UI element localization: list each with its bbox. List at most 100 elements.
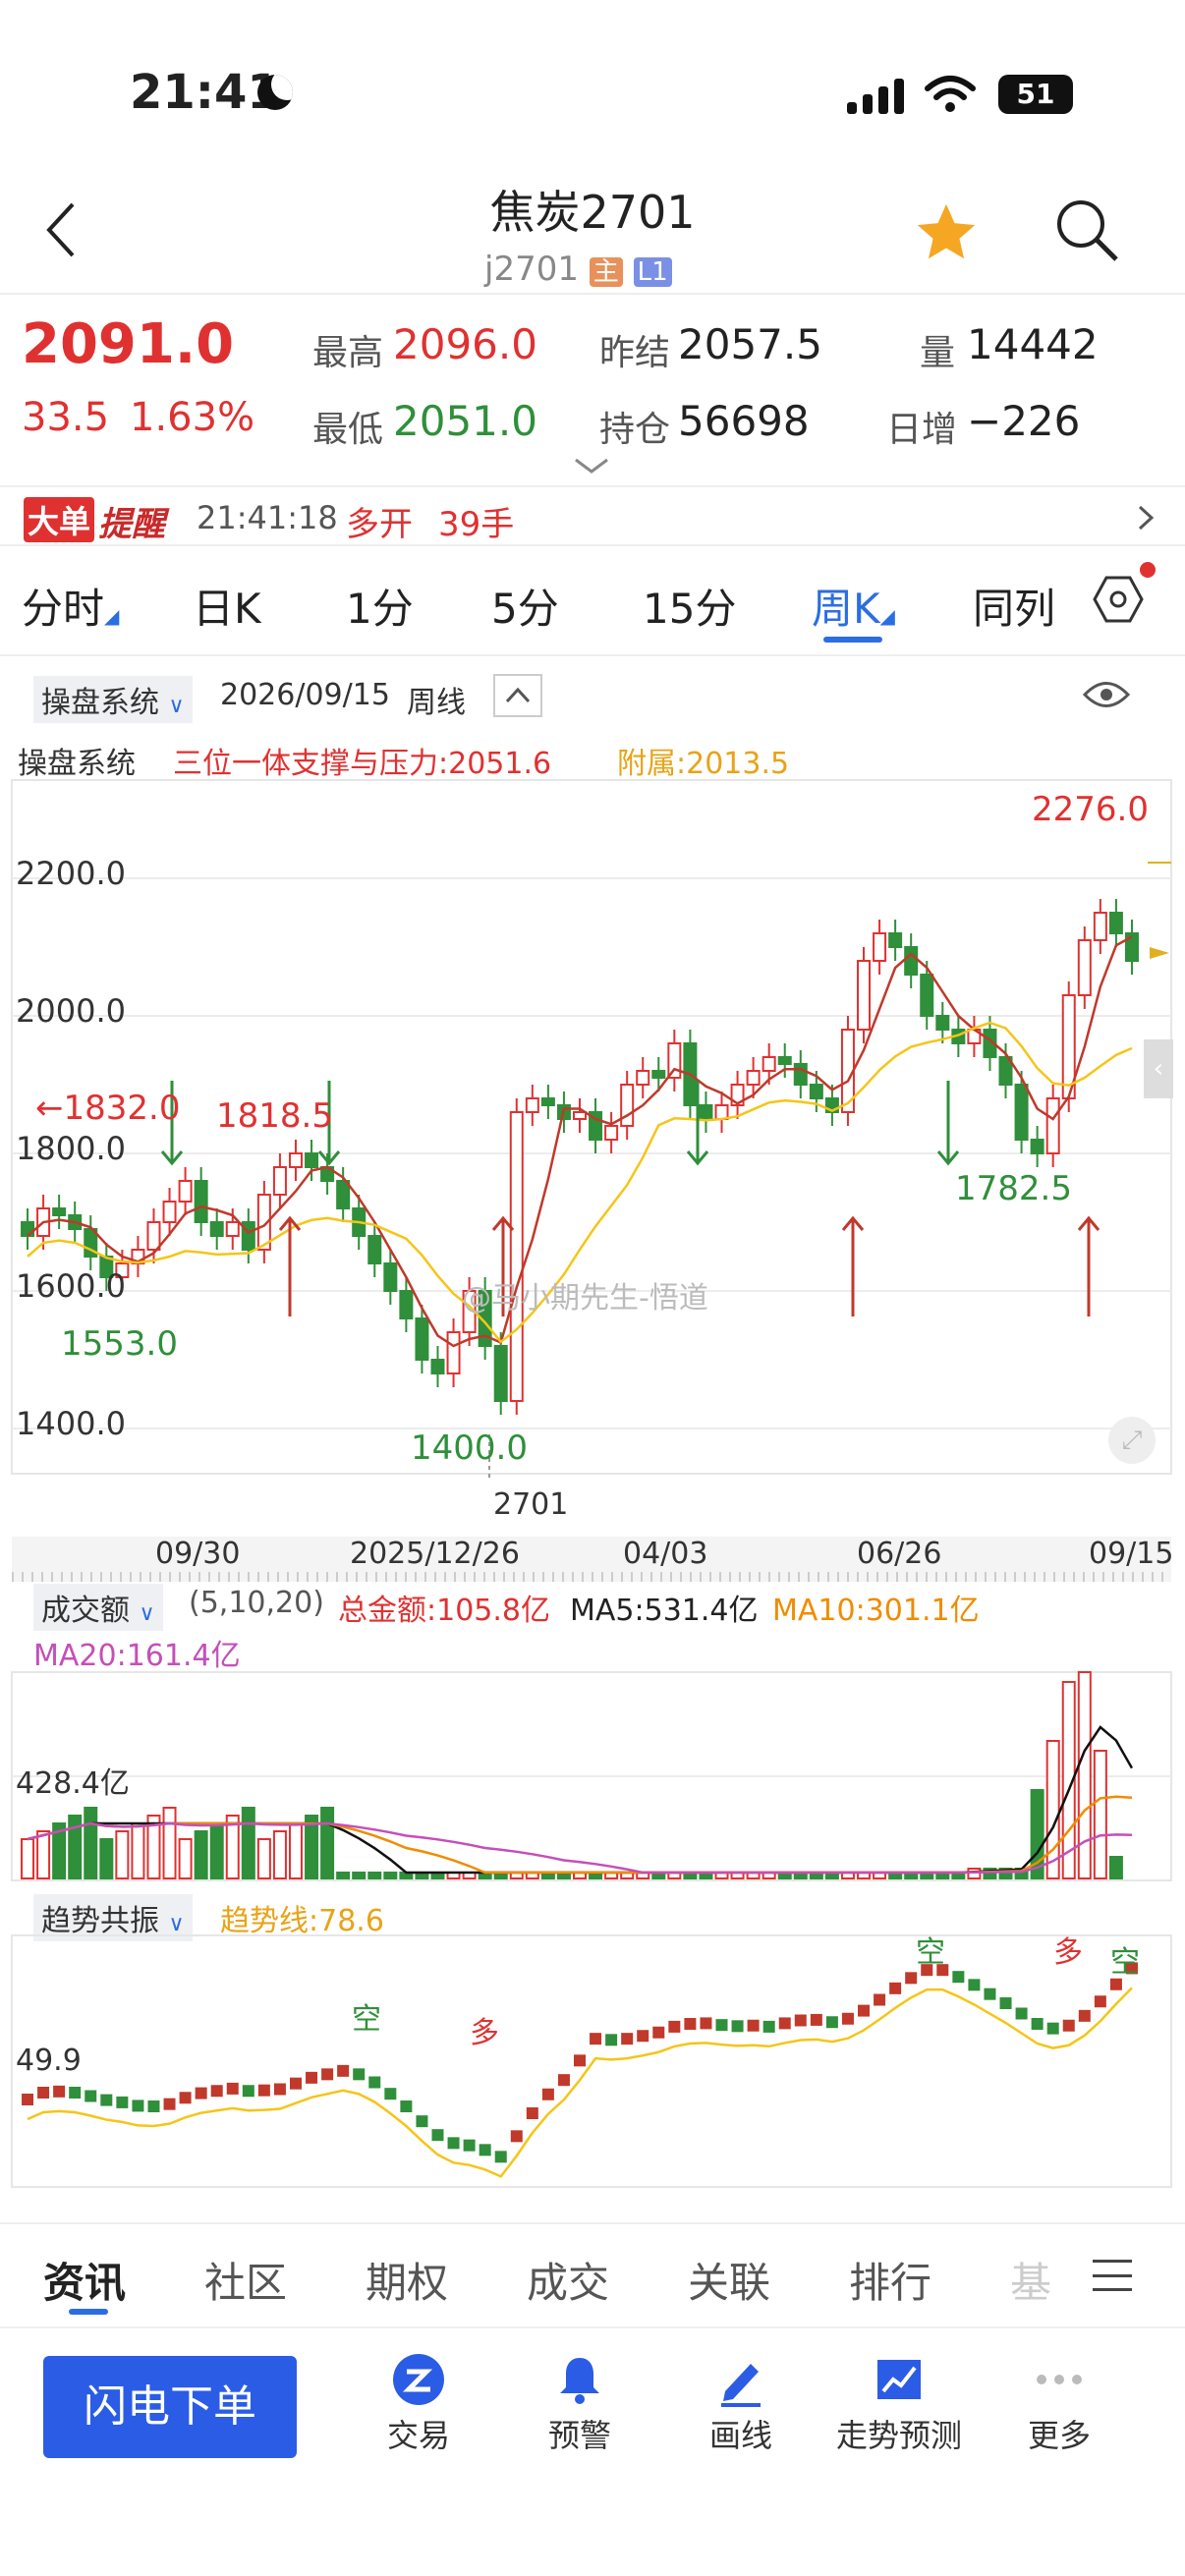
- trend-block: [69, 2087, 82, 2099]
- candle-body: [777, 1056, 792, 1065]
- collapse-button[interactable]: [493, 674, 542, 717]
- candle-body: [1014, 1084, 1029, 1141]
- signal-icon: [847, 79, 906, 114]
- expand-chevron-icon[interactable]: [572, 456, 611, 476]
- trend-y-label: 49.9: [16, 2044, 82, 2078]
- volume-bar: [352, 1872, 367, 1879]
- fullscreen-icon[interactable]: ⤢: [1108, 1417, 1156, 1464]
- tab-news-underline: [69, 2309, 108, 2315]
- tab-15min[interactable]: 15分: [643, 576, 736, 636]
- volume-bar: [209, 1822, 224, 1879]
- side-collapse-tab[interactable]: ‹: [1144, 1039, 1173, 1098]
- trend-chart[interactable]: [0, 1932, 1185, 2191]
- annotation-1553: 1553.0: [61, 1324, 178, 1364]
- trend-block: [1015, 2007, 1028, 2020]
- trend-block: [179, 2092, 192, 2104]
- trend-block: [447, 2137, 460, 2150]
- draw-action[interactable]: 画线: [702, 2352, 780, 2456]
- candle-body: [525, 1097, 539, 1113]
- alert-action: 多开: [346, 505, 413, 544]
- high-value: 2096.0: [393, 320, 537, 368]
- alert-tag-big: 大单: [24, 497, 95, 542]
- tab-daily[interactable]: 日K: [193, 576, 261, 636]
- volume-bar: [383, 1872, 398, 1879]
- system-select[interactable]: 操盘系统 ∨: [33, 676, 193, 723]
- candle-body: [888, 932, 903, 948]
- header-divider: [0, 293, 1185, 295]
- battery-level: 51: [1016, 78, 1055, 110]
- trend-label-long-2: 多: [1053, 1935, 1083, 1970]
- trend-block: [668, 2020, 681, 2033]
- candle-body: [809, 1084, 823, 1099]
- volume-chart[interactable]: [0, 1670, 1185, 1886]
- main-candle-chart[interactable]: [0, 774, 1185, 1482]
- tab-options[interactable]: 期权: [366, 2250, 448, 2310]
- star-icon[interactable]: [912, 198, 981, 267]
- candle-body: [509, 1111, 524, 1402]
- candle-body: [873, 932, 887, 962]
- trend-block: [731, 2020, 744, 2033]
- candle-body: [493, 1345, 508, 1402]
- x-label-0403: 04/03: [623, 1537, 708, 1571]
- eye-icon[interactable]: [1083, 678, 1130, 711]
- trend-block: [952, 1971, 965, 1984]
- volume-bar: [21, 1838, 35, 1879]
- tab-basis[interactable]: 基: [1010, 2250, 1051, 2310]
- trend-block: [1078, 2009, 1091, 2022]
- candle-body: [1093, 912, 1107, 941]
- chevron-right-icon: [1138, 505, 1155, 531]
- trend-block: [400, 2100, 413, 2112]
- forecast-action[interactable]: 走势预测: [835, 2352, 963, 2456]
- candle-body: [146, 1221, 161, 1251]
- tab-community[interactable]: 社区: [204, 2250, 287, 2310]
- red-dot-badge: [1140, 562, 1156, 578]
- trade-action[interactable]: 交易: [379, 2352, 458, 2456]
- badge-main: 主: [589, 257, 623, 287]
- alert-tag-remind: 提醒: [98, 505, 165, 544]
- volume-bar: [178, 1838, 193, 1879]
- tab-trades[interactable]: 成交: [527, 2250, 609, 2310]
- candle-body: [272, 1166, 287, 1196]
- x-label-1226: 2025/12/26: [350, 1537, 520, 1571]
- y-tick-2000: 2000.0: [16, 992, 126, 1030]
- tab-same-list[interactable]: 同列: [973, 576, 1055, 636]
- trend-block: [163, 2098, 176, 2110]
- tab-weekly[interactable]: 周K◢: [812, 576, 895, 636]
- volume-select[interactable]: 成交额 ∨: [33, 1584, 163, 1631]
- trend-block: [968, 1979, 981, 1991]
- volume-bar: [36, 1830, 51, 1879]
- annotation-2276: 2276.0: [1032, 790, 1149, 829]
- badge-l1: L1: [633, 257, 672, 287]
- back-icon[interactable]: [43, 200, 83, 259]
- candle-body: [1045, 1097, 1060, 1154]
- x-label-0930: 09/30: [155, 1537, 241, 1571]
- trend-block: [306, 2071, 318, 2084]
- candle-body: [904, 946, 919, 976]
- flash-order-button[interactable]: 闪电下单: [43, 2356, 297, 2458]
- contract-marker: 2701: [493, 1487, 569, 1522]
- alert-bar[interactable]: [0, 485, 1185, 546]
- tab-news[interactable]: 资讯: [43, 2250, 126, 2310]
- trend-label-short-1: 空: [352, 2002, 381, 2037]
- tab-1min[interactable]: 1分: [346, 576, 414, 636]
- settings-hexagon-icon[interactable]: [1091, 572, 1146, 627]
- candle-body: [651, 1070, 666, 1079]
- volume-bar: [194, 1830, 208, 1879]
- tab-timeshare[interactable]: 分时◢: [22, 576, 119, 636]
- trend-block: [100, 2094, 113, 2106]
- annotation-1818: 1818.5: [216, 1096, 333, 1136]
- moon-icon: [257, 75, 293, 110]
- tab-5min[interactable]: 5分: [491, 576, 559, 636]
- trend-block: [226, 2082, 239, 2095]
- menu-icon[interactable]: [1093, 2260, 1132, 2291]
- candle-body: [573, 1111, 587, 1120]
- more-action[interactable]: 更多: [1020, 2352, 1099, 2456]
- volume-bar: [288, 1822, 303, 1879]
- annotation-1400: 1400.0: [411, 1428, 528, 1468]
- volume-bar: [68, 1815, 83, 1879]
- search-icon[interactable]: [1053, 196, 1122, 265]
- trend-block: [384, 2088, 397, 2100]
- tab-related[interactable]: 关联: [688, 2250, 770, 2310]
- tab-ranking[interactable]: 排行: [849, 2250, 931, 2310]
- alert-action-item[interactable]: 预警: [540, 2352, 619, 2456]
